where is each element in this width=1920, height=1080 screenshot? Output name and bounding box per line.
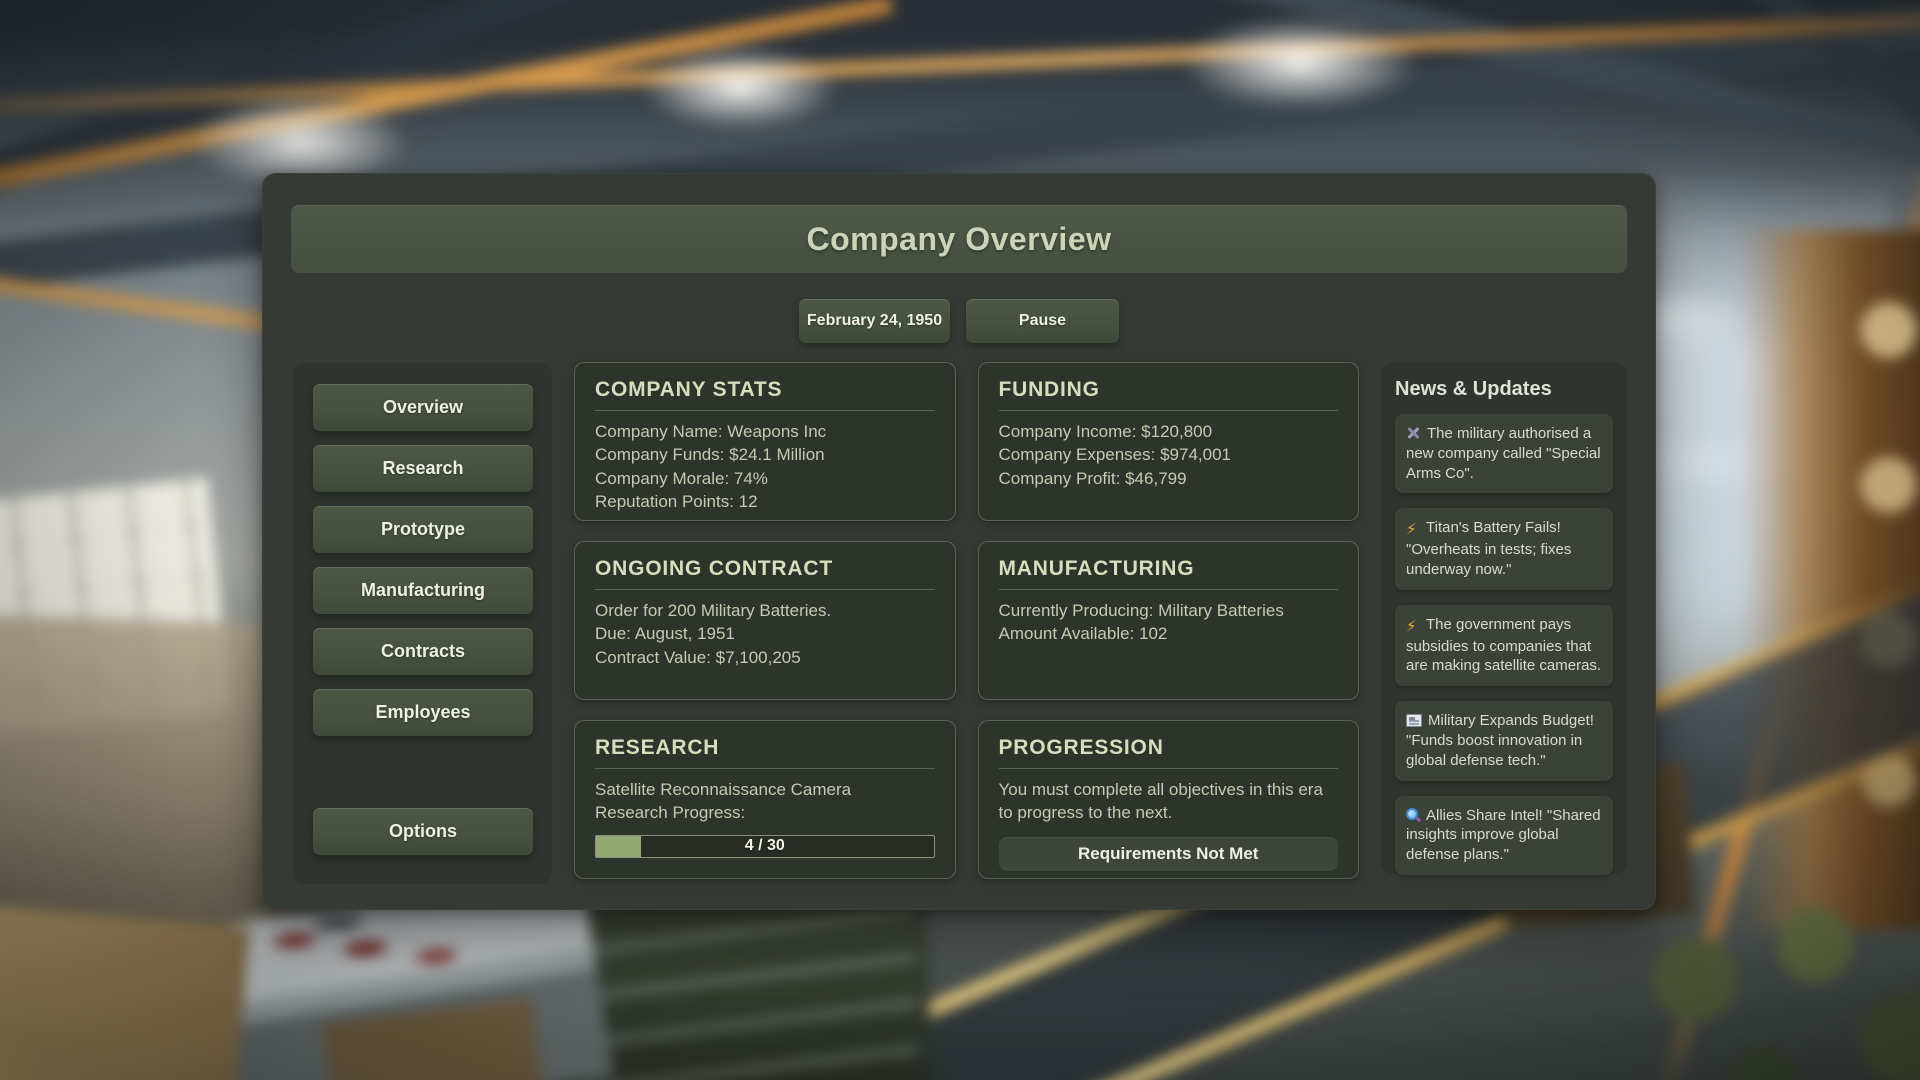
- news-item: Allies Share Intel! "Shared insights imp…: [1395, 796, 1613, 875]
- sidebar-spacer: [313, 750, 533, 808]
- research-item-name: Satellite Reconnaissance Camera: [595, 778, 935, 801]
- bg-ceiling-light: [1180, 15, 1420, 110]
- stat-line: Company Profit: $46,799: [999, 467, 1339, 490]
- news-item: The government pays subsidies to compani…: [1395, 605, 1613, 686]
- manufacturing-card: MANUFACTURING Currently Producing: Milit…: [978, 541, 1360, 700]
- research-card: RESEARCH Satellite Reconnaissance Camera…: [574, 720, 956, 879]
- card-title: PROGRESSION: [999, 736, 1339, 769]
- news-item: Military Expands Budget! "Funds boost in…: [1395, 701, 1613, 780]
- stat-line: Due: August, 1951: [595, 622, 935, 645]
- news-item: Titan's Battery Fails! "Overheats in tes…: [1395, 508, 1613, 589]
- bg-crate: [0, 903, 250, 1080]
- research-progress-bar: 4 / 30: [595, 835, 935, 858]
- news-text: The government pays subsidies to compani…: [1406, 616, 1601, 675]
- crossed-swords-icon: [1406, 426, 1421, 440]
- stat-line: Amount Available: 102: [999, 622, 1339, 645]
- requirements-not-met-button[interactable]: Requirements Not Met: [999, 837, 1339, 871]
- news-text: Titan's Battery Fails! "Overheats in tes…: [1406, 519, 1571, 578]
- pause-button[interactable]: Pause: [966, 299, 1119, 343]
- card-title: MANUFACTURING: [999, 557, 1339, 590]
- title-bar: Company Overview: [291, 205, 1627, 273]
- stat-line: Currently Producing: Military Batteries: [999, 599, 1339, 622]
- date-button[interactable]: February 24, 1950: [799, 299, 950, 343]
- sidebar-item-contracts[interactable]: Contracts: [313, 628, 533, 675]
- stat-line: Company Name: Weapons Inc: [595, 420, 935, 443]
- sidebar-item-research[interactable]: Research: [313, 445, 533, 492]
- card-body: Order for 200 Military Batteries. Due: A…: [595, 599, 935, 669]
- stat-line: Contract Value: $7,100,205: [595, 646, 935, 669]
- card-title: ONGOING CONTRACT: [595, 557, 935, 590]
- research-progress-label: Research Progress:: [595, 801, 935, 824]
- stat-line: Company Funds: $24.1 Million: [595, 443, 935, 466]
- funding-card: FUNDING Company Income: $120,800 Company…: [978, 362, 1360, 521]
- card-body: Currently Producing: Military Batteries …: [999, 599, 1339, 646]
- newspaper-icon: [1406, 714, 1422, 727]
- sidebar-item-options[interactable]: Options: [313, 808, 533, 855]
- stat-line: Order for 200 Military Batteries.: [595, 599, 935, 622]
- bg-ceiling-light: [640, 45, 840, 130]
- news-text: Allies Share Intel! "Shared insights imp…: [1406, 807, 1601, 864]
- card-title: RESEARCH: [595, 736, 935, 769]
- top-buttons-row: February 24, 1950 Pause: [263, 299, 1655, 343]
- company-overview-panel: Company Overview February 24, 1950 Pause…: [262, 173, 1656, 910]
- sidebar: Overview Research Prototype Manufacturin…: [293, 362, 552, 884]
- sidebar-item-employees[interactable]: Employees: [313, 689, 533, 736]
- lightning-icon: [1406, 520, 1420, 540]
- progression-card: PROGRESSION You must complete all object…: [978, 720, 1360, 879]
- magnifying-glass-icon: [1406, 808, 1420, 822]
- card-title: FUNDING: [999, 378, 1339, 411]
- sidebar-item-overview[interactable]: Overview: [313, 384, 533, 431]
- card-body: Company Name: Weapons Inc Company Funds:…: [595, 420, 935, 514]
- bg-tool-cabinet: [555, 882, 934, 1080]
- stat-line: Company Morale: 74%: [595, 467, 935, 490]
- stat-line: Company Income: $120,800: [999, 420, 1339, 443]
- bg-right-shelf: [1742, 230, 1920, 930]
- research-progress-value: 4 / 30: [596, 836, 934, 857]
- card-title: COMPANY STATS: [595, 378, 935, 411]
- news-title: News & Updates: [1395, 378, 1613, 401]
- sidebar-item-prototype[interactable]: Prototype: [313, 506, 533, 553]
- card-body: You must complete all objectives in this…: [999, 778, 1339, 871]
- lightning-icon: [1406, 617, 1420, 637]
- stat-line: Reputation Points: 12: [595, 490, 935, 513]
- news-text: Military Expands Budget! "Funds boost in…: [1406, 712, 1594, 769]
- progression-description: You must complete all objectives in this…: [999, 778, 1339, 825]
- news-panel: News & Updates The military authorised a…: [1381, 362, 1627, 874]
- ongoing-contract-card: ONGOING CONTRACT Order for 200 Military …: [574, 541, 956, 700]
- news-text: The military authorised a new company ca…: [1406, 425, 1601, 482]
- stat-line: Company Expenses: $974,001: [999, 443, 1339, 466]
- page-title: Company Overview: [807, 221, 1112, 258]
- news-item: The military authorised a new company ca…: [1395, 414, 1613, 493]
- sidebar-item-manufacturing[interactable]: Manufacturing: [313, 567, 533, 614]
- cards-grid: COMPANY STATS Company Name: Weapons Inc …: [574, 362, 1359, 884]
- company-stats-card: COMPANY STATS Company Name: Weapons Inc …: [574, 362, 956, 521]
- card-body: Satellite Reconnaissance Camera Research…: [595, 778, 935, 858]
- card-body: Company Income: $120,800 Company Expense…: [999, 420, 1339, 490]
- content-row: Overview Research Prototype Manufacturin…: [293, 362, 1627, 884]
